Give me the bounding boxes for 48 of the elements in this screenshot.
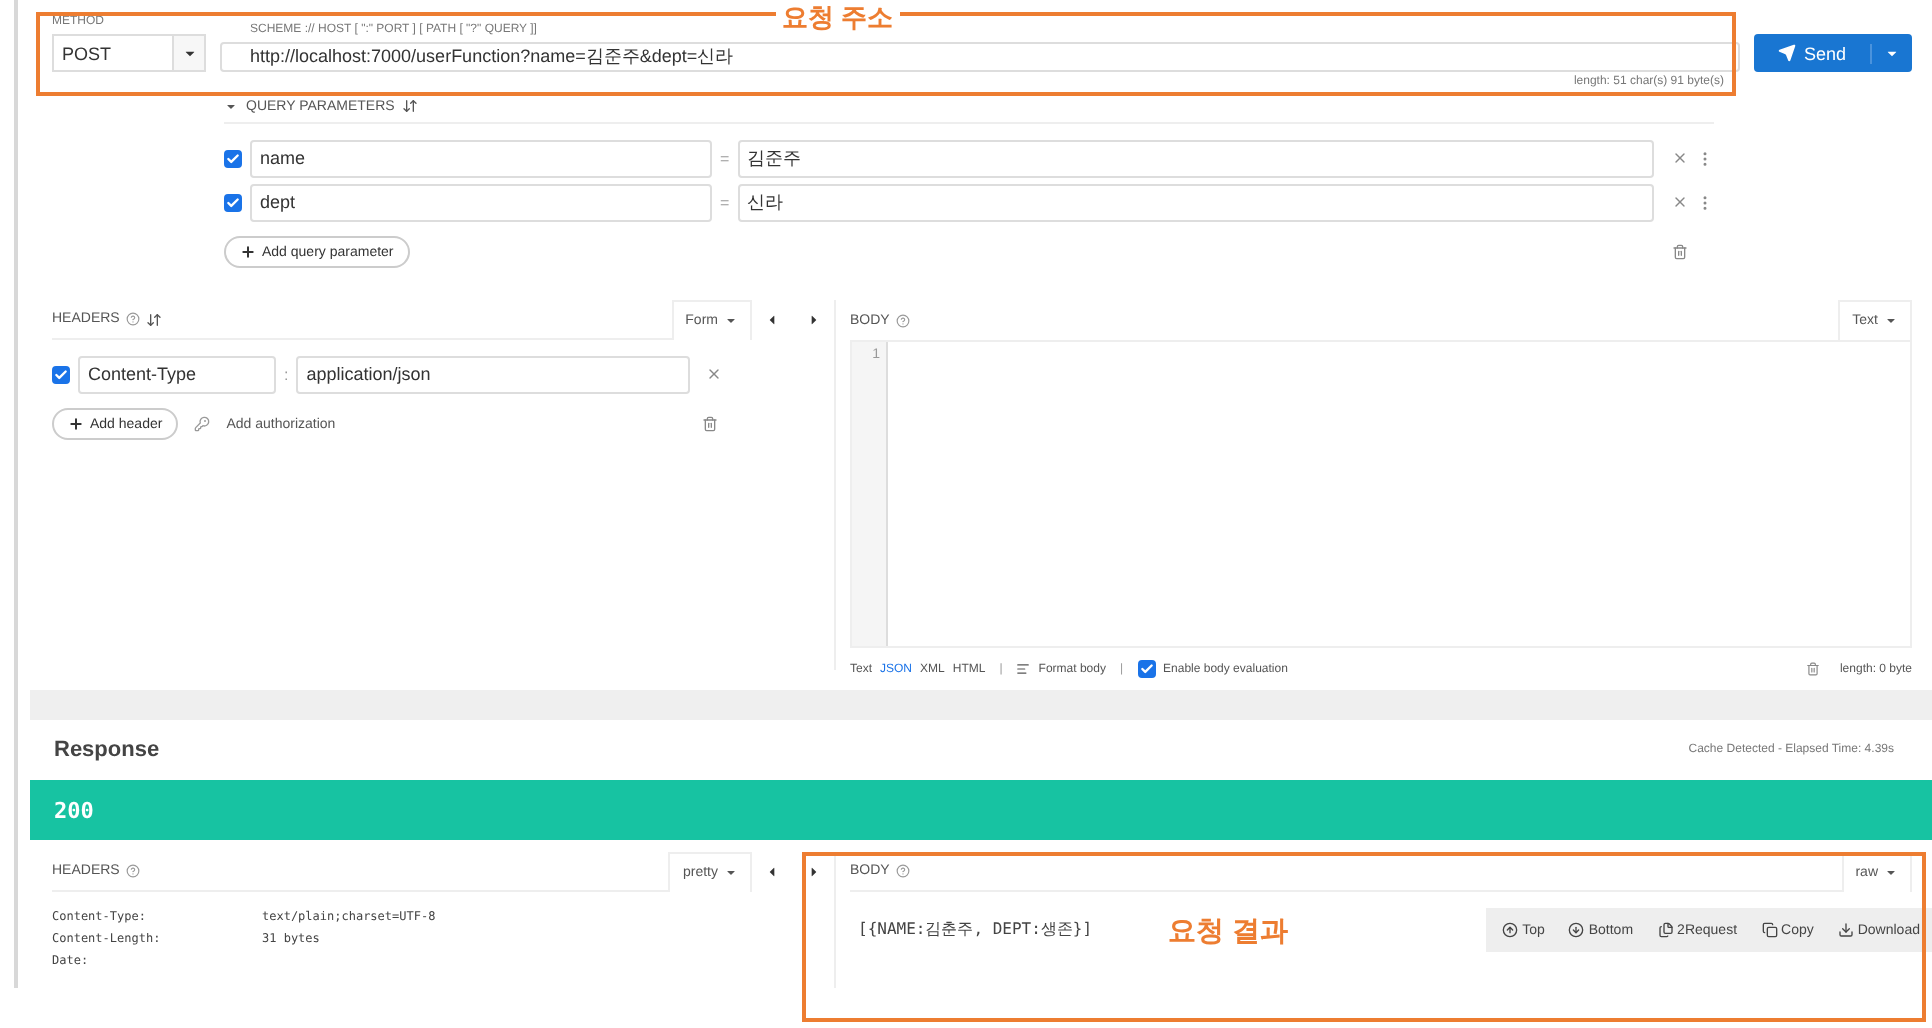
send-button[interactable]: Send <box>1754 34 1912 72</box>
annotation-label: 요청 결과 <box>1168 914 1288 950</box>
caret-icon <box>724 313 738 327</box>
equals-sign: = <box>720 149 730 167</box>
plus-icon <box>240 244 256 260</box>
arrow-up-icon <box>1502 922 1519 938</box>
close-icon[interactable] <box>1672 150 1688 166</box>
paper-plane-icon <box>1777 44 1796 62</box>
response-title: Response <box>54 738 160 762</box>
url-field[interactable]: http://localhost:7000/userFunction?name=김준주&dept=신라 <box>220 42 1740 72</box>
delete-icon[interactable] <box>1805 662 1820 676</box>
caret-icon <box>1884 314 1898 328</box>
header-value-field[interactable]: application/json <box>296 355 691 393</box>
delete-icon[interactable] <box>702 416 718 432</box>
download-icon <box>1837 922 1854 938</box>
help-icon <box>895 864 910 878</box>
caret-icon <box>724 865 738 879</box>
help-icon <box>895 313 910 327</box>
close-icon[interactable] <box>706 366 723 382</box>
copy-icon <box>1761 922 1778 938</box>
checkbox[interactable] <box>224 193 242 211</box>
sort-icon <box>402 98 419 114</box>
response-body-text: [{NAME:김춘주, DEPT:생존}] <box>858 918 1093 940</box>
sort-icon <box>145 311 162 327</box>
files-icon <box>1657 922 1674 938</box>
equals-sign: = <box>720 193 730 211</box>
param-value-field[interactable]: 신라 <box>737 183 1654 221</box>
colon: : <box>284 365 289 383</box>
close-icon[interactable] <box>1672 194 1688 210</box>
annotation-label: 요청 주소 <box>776 2 900 34</box>
help-icon <box>125 864 140 878</box>
collapse-icon[interactable] <box>224 99 238 113</box>
plus-icon <box>68 416 84 432</box>
caret-icon <box>1884 865 1898 879</box>
checkbox[interactable] <box>52 365 70 383</box>
arrow-down-icon <box>1568 922 1585 938</box>
status-bar: 200 <box>30 780 1932 840</box>
param-value-field[interactable]: 김준주 <box>737 139 1654 177</box>
checkbox[interactable] <box>224 149 242 167</box>
method-select[interactable]: POST <box>52 34 206 72</box>
key-icon <box>194 416 211 432</box>
header-name-field[interactable]: Content-Type <box>78 355 276 393</box>
delete-icon[interactable] <box>1672 244 1688 260</box>
checkbox[interactable] <box>1137 660 1156 678</box>
help-icon <box>125 312 140 326</box>
param-name-field[interactable]: name <box>250 139 712 177</box>
format-icon <box>1016 662 1031 676</box>
param-name-field[interactable]: dept <box>250 183 712 221</box>
